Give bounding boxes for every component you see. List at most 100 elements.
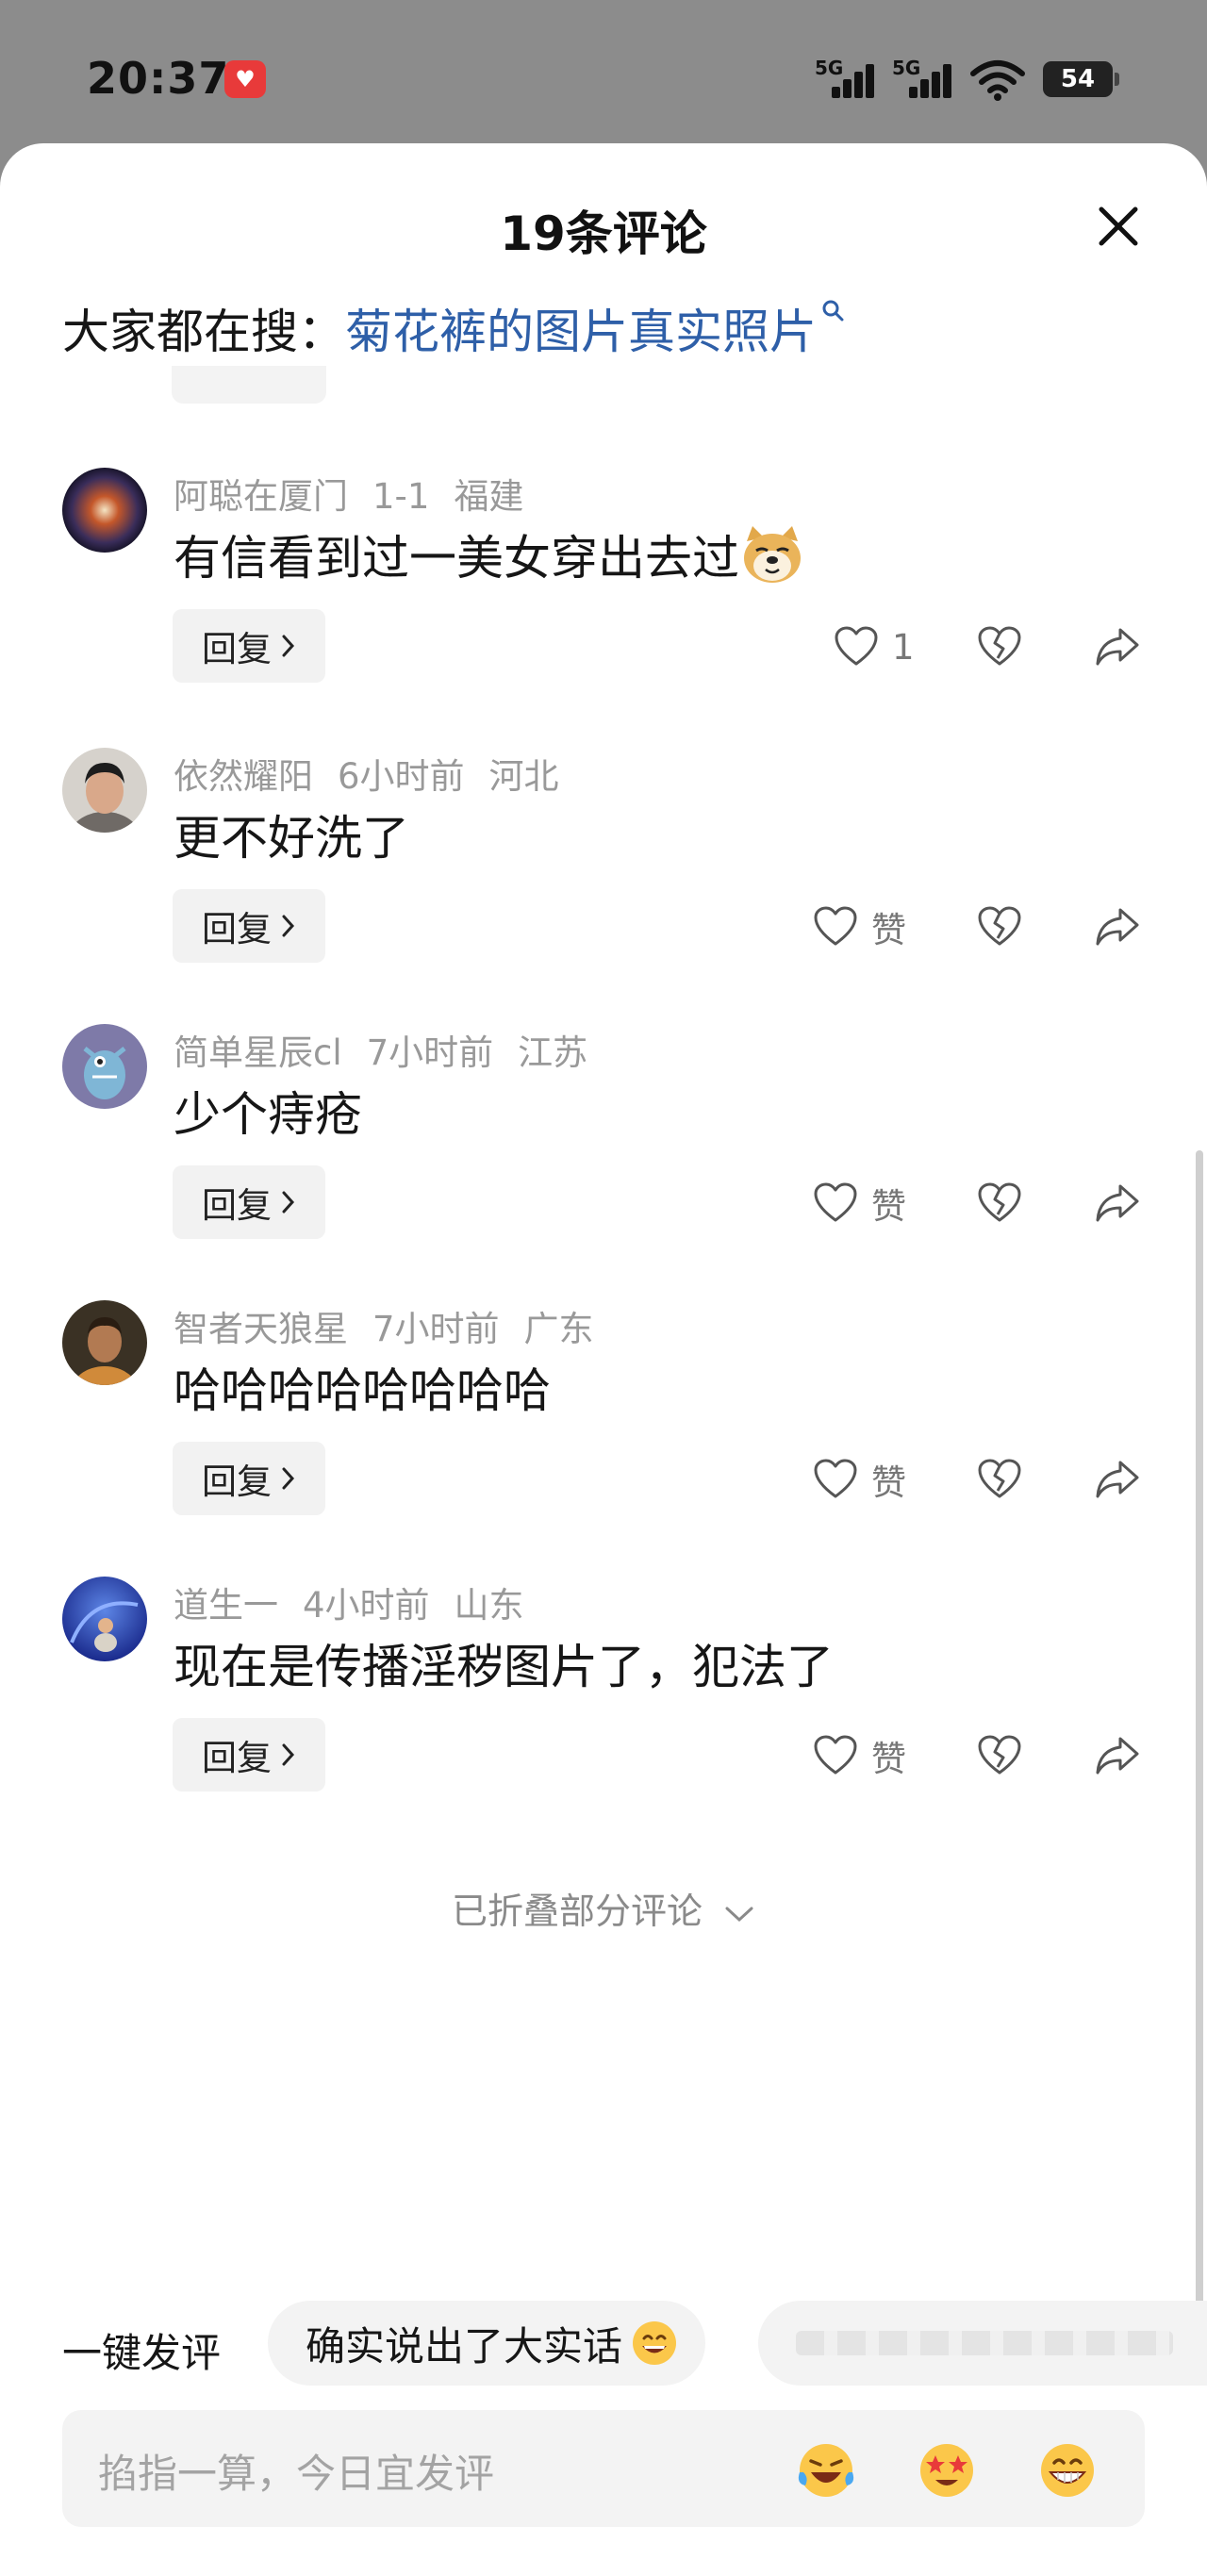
heart-icon [814,1735,857,1775]
share-button[interactable] [1094,1453,1141,1506]
comment-username[interactable]: 道生一 [174,1585,278,1626]
comment-region: 河北 [488,756,559,797]
heart-broken-icon [978,1459,1021,1498]
comment-time: 4小时前 [303,1585,430,1626]
share-icon [1096,628,1139,666]
comment-text: 哈哈哈哈哈哈哈哈 [174,1353,551,1421]
share-icon [1096,1184,1139,1222]
laugh-cry-emoji-icon[interactable] [794,2438,858,2502]
sheet-title: 19条评论 [500,206,707,261]
dislike-button[interactable] [977,1729,1022,1782]
comment-text: 有信看到过一美女穿出去过 [174,520,805,588]
chevron-right-icon [282,635,295,657]
chevron-right-icon [282,1467,295,1490]
comment-item: 阿聪在厦门 1-1 福建 有信看到过一美女穿出去过 回复 1 [0,468,1207,743]
close-button[interactable] [1092,200,1145,253]
comment-text: 更不好洗了 [174,801,409,868]
chevron-right-icon [282,915,295,937]
share-icon [1096,1461,1139,1498]
share-button[interactable] [1094,900,1141,953]
reply-button[interactable]: 回复 [173,1165,325,1239]
heart-icon [814,906,857,946]
like-button[interactable]: 赞 [813,1453,906,1506]
close-icon [1099,206,1138,246]
signal-icon: 5G [815,57,875,102]
reply-button[interactable]: 回复 [173,1442,325,1515]
comment-meta: 智者天狼星 7小时前 广东 [174,1300,619,1351]
comment-username[interactable]: 简单星辰cl [174,1032,342,1073]
comment-input[interactable]: 掐指一算，今日宜发评 [62,2410,1145,2527]
like-count: 赞 [871,1186,906,1227]
comment-time: 6小时前 [338,756,465,797]
trending-search-row: 大家都在搜：菊花裤的图片真实照片 [62,294,847,362]
like-button[interactable]: 赞 [813,900,906,953]
dislike-button[interactable] [977,620,1022,673]
grin-emoji-icon[interactable] [1035,2438,1100,2502]
comment-username[interactable]: 阿聪在厦门 [174,476,348,517]
comment-text-content: 少个痔疮 [174,1087,362,1142]
comment-time: 1-1 [372,476,430,517]
comment-meta: 简单星辰cl 7小时前 江苏 [174,1024,612,1075]
quick-comment-chip[interactable]: 确实说出了大实话 [268,2301,706,2386]
dislike-button[interactable] [977,1453,1022,1506]
comment-meta: 道生一 4小时前 山东 [174,1577,549,1627]
like-button[interactable]: 1 [834,620,915,673]
chevron-right-icon [282,1191,295,1214]
doge-emoji-icon [744,526,801,583]
reply-button[interactable]: 回复 [173,889,325,963]
folded-comments-toggle[interactable]: 已折叠部分评论 [0,1882,1207,1934]
dislike-button[interactable] [977,900,1022,953]
app-notification-icon: ♥ [224,60,266,98]
comment-username[interactable]: 依然耀阳 [174,756,313,797]
like-button[interactable]: 赞 [813,1729,906,1782]
quick-comment-row: 一键发评 确实说出了大实话 [0,2301,1207,2387]
share-icon [1096,1737,1139,1775]
partial-reply-button[interactable] [172,366,326,404]
comment-text-content: 哈哈哈哈哈哈哈哈 [174,1363,551,1418]
comment-username[interactable]: 智者天狼星 [174,1309,348,1349]
comment-item: 依然耀阳 6小时前 河北 更不好洗了 回复 赞 [0,748,1207,1023]
share-button[interactable] [1094,1177,1141,1230]
like-count: 赞 [871,1462,906,1503]
reply-button[interactable]: 回复 [173,609,325,683]
comment-time: 7小时前 [372,1309,500,1349]
reply-label: 回复 [202,1185,272,1226]
chevron-down-icon [725,1907,753,1922]
share-button[interactable] [1094,620,1141,673]
comment-region: 山东 [454,1585,524,1626]
avatar[interactable] [62,1300,147,1385]
quick-comment-chip-text: 确实说出了大实话 [306,2322,623,2370]
comment-region: 福建 [454,476,524,517]
dislike-button[interactable] [977,1177,1022,1230]
folded-comments-label: 已折叠部分评论 [451,1891,703,1932]
share-button[interactable] [1094,1729,1141,1782]
reply-label: 回复 [202,909,272,949]
comment-meta: 依然耀阳 6小时前 河北 [174,748,584,799]
scrollbar[interactable] [1196,1150,1203,2320]
comment-text-content: 有信看到过一美女穿出去过 [174,531,739,586]
star-eyes-emoji-icon[interactable] [915,2438,979,2502]
comment-text: 少个痔疮 [174,1077,362,1145]
heart-broken-icon [978,626,1021,666]
heart-broken-icon [978,1735,1021,1775]
avatar[interactable] [62,1024,147,1109]
comment-region: 江苏 [518,1032,588,1073]
like-button[interactable]: 赞 [813,1177,906,1230]
reply-label: 回复 [202,629,272,669]
avatar[interactable] [62,1577,147,1661]
avatar[interactable] [62,748,147,833]
avatar[interactable] [62,468,147,553]
chevron-right-icon [282,1743,295,1766]
status-time: 20:37 [87,53,230,104]
quick-comment-chip[interactable] [758,2301,1207,2386]
heart-broken-icon [978,906,1021,946]
search-icon[interactable] [820,298,847,324]
reply-label: 回复 [202,1461,272,1502]
wifi-icon [969,57,1026,102]
signal-icon: 5G [892,57,952,102]
trending-search-link[interactable]: 菊花裤的图片真实照片 [345,305,817,359]
heart-icon [835,626,878,666]
battery-icon: 54 [1043,61,1119,97]
trending-search-label: 大家都在搜： [62,305,345,359]
reply-button[interactable]: 回复 [173,1718,325,1792]
